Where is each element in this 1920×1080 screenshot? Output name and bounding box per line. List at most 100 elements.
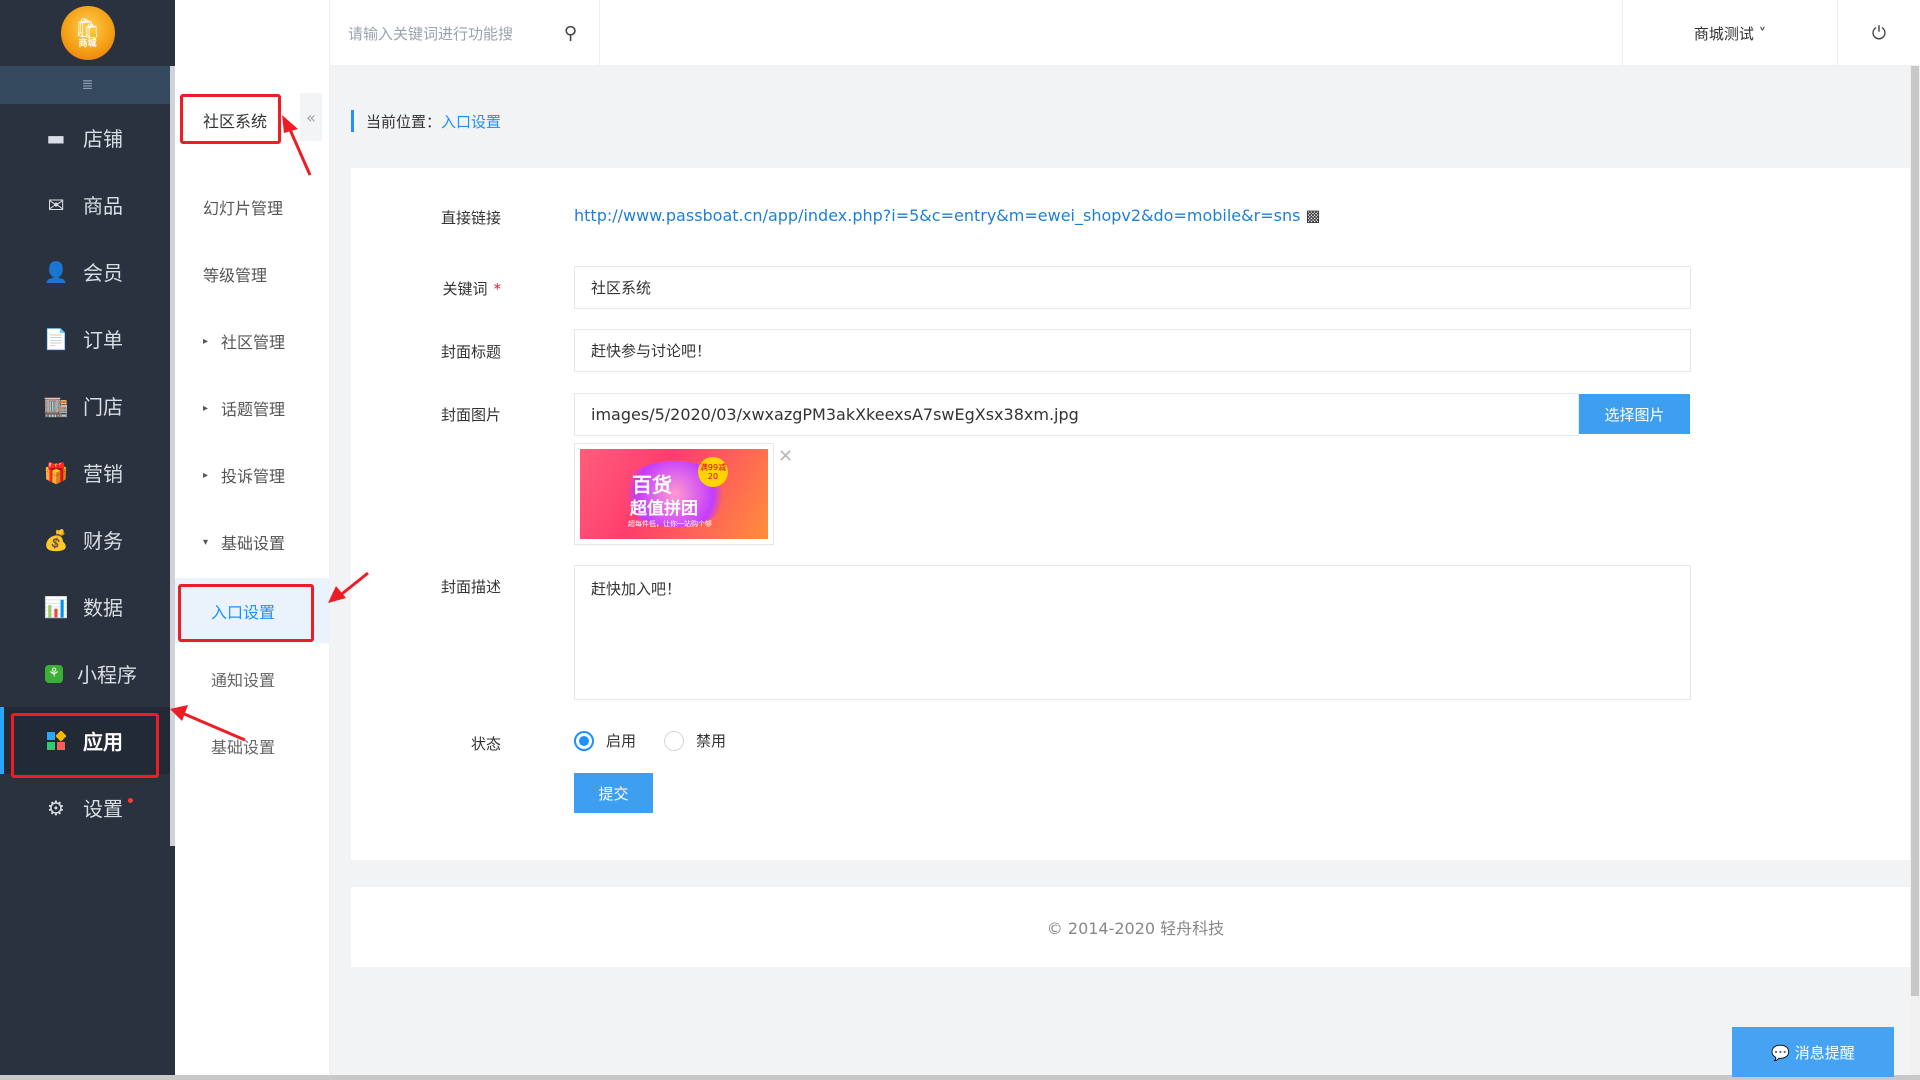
sidebar-item-label: 门店 xyxy=(83,395,123,419)
sidebar-item-finance[interactable]: 💰 财务 xyxy=(0,506,175,573)
keyword-label: 关键词 * xyxy=(351,278,501,299)
search-placeholder: 请输入关键词进行功能搜 xyxy=(348,24,514,43)
required-asterisk: * xyxy=(493,280,502,298)
sidebar-item-marketing[interactable]: 🎁 营销 xyxy=(0,439,175,506)
cover-desc-textarea[interactable]: 赶快加入吧！ xyxy=(574,565,1691,700)
cover-title-input[interactable]: 赶快参与讨论吧！ xyxy=(574,329,1691,372)
sidebar-item-label: 订单 xyxy=(83,328,123,352)
scrollbar-thumb[interactable] xyxy=(1911,66,1919,996)
breadcrumb-current[interactable]: 入口设置 xyxy=(441,111,501,132)
entry-settings-form: 直接链接 http://www.passboat.cn/app/index.ph… xyxy=(351,168,1920,860)
sidebar-item-label: 商品 xyxy=(83,194,123,218)
sidebar-item-label: 数据 xyxy=(83,596,123,620)
message-reminder-button[interactable]: 💬 消息提醒 xyxy=(1732,1027,1894,1077)
shopping-bag-icon: 🛍 xyxy=(74,16,101,40)
cover-image-preview: 百货 超值拼团 满99减20 超每件低，让你一站购个够 xyxy=(574,443,774,545)
sidebar-item-orders[interactable]: 📄 订单 xyxy=(0,305,175,372)
caret-down-icon: ▾ xyxy=(203,536,209,548)
goods-icon: ✉ xyxy=(47,192,65,217)
sub-item-label: 基础设置 xyxy=(221,534,286,553)
shop-name: 商城测试 ˅ xyxy=(1693,24,1767,43)
top-bar: ⌂ ☰ 请输入关键词进行功能搜 ⚲ 商城测试 ˅ ⏻ xyxy=(175,0,1920,66)
sub-item-label: 通知设置 xyxy=(211,671,276,690)
sidebar-item-data[interactable]: 📊 数据 xyxy=(0,573,175,640)
keyword-label-text: 关键词 xyxy=(442,280,488,298)
sidebar-item-settings[interactable]: ⚙ 设置 xyxy=(0,774,175,841)
sub-item-label: 等级管理 xyxy=(203,266,268,285)
sub-item-basic-settings-group[interactable]: ▾ 基础设置 xyxy=(175,522,330,562)
sub-item-topics[interactable]: ▸ 话题管理 xyxy=(175,388,330,428)
direct-link[interactable]: http://www.passboat.cn/app/index.php?i=5… xyxy=(574,206,1321,225)
sidebar-item-label: 营销 xyxy=(83,462,123,486)
cover-title-label: 封面标题 xyxy=(440,343,501,361)
copyright-text: © 2014-2020 轻舟科技 xyxy=(1046,919,1225,938)
search-input[interactable]: 请输入关键词进行功能搜 ⚲ xyxy=(330,0,600,66)
search-icon[interactable]: ⚲ xyxy=(564,23,577,44)
user-icon: 👤 xyxy=(43,259,69,284)
qr-code-icon[interactable]: ▩ xyxy=(1306,206,1321,225)
gear-icon: ⚙ xyxy=(47,795,65,820)
gift-icon: 🎁 xyxy=(43,460,69,485)
sidebar-item-goods[interactable]: ✉ 商品 xyxy=(0,171,175,238)
keyword-value: 社区系统 xyxy=(591,279,652,297)
remove-image-icon[interactable]: ✕ xyxy=(778,446,793,467)
sidebar-item-label: 设置 xyxy=(83,797,123,821)
collapse-menu-icon: ≣ xyxy=(81,77,94,93)
image-text-3: 超每件低，让你一站购个够 xyxy=(628,520,712,528)
status-enabled-radio[interactable]: 启用 xyxy=(574,730,636,751)
shop-icon: 🏬 xyxy=(43,393,69,418)
power-icon: ⏻ xyxy=(1871,22,1887,44)
sub-item-notification-settings[interactable]: 通知设置 xyxy=(175,659,330,699)
sub-item-label: 话题管理 xyxy=(221,400,286,419)
sidebar-item-store[interactable]: ▬ 店铺 xyxy=(0,104,175,171)
sub-item-label: 幻灯片管理 xyxy=(203,199,284,218)
highlight-box-entry-settings xyxy=(178,584,314,642)
store-icon: ▬ xyxy=(46,125,66,150)
cover-desc-value: 赶快加入吧！ xyxy=(591,580,682,598)
red-arrow-icon xyxy=(282,115,312,176)
image-badge: 满99减20 xyxy=(698,457,728,487)
sub-item-complaints[interactable]: ▸ 投诉管理 xyxy=(175,455,330,495)
sub-item-community[interactable]: ▸ 社区管理 xyxy=(175,321,330,361)
page-scrollbar[interactable] xyxy=(1910,66,1920,1080)
link-label: 直接链接 xyxy=(440,209,501,227)
document-icon: 📄 xyxy=(43,326,69,351)
highlight-box-community-system xyxy=(180,94,281,144)
red-arrow-icon xyxy=(170,705,246,742)
caret-right-icon: ▸ xyxy=(203,469,209,481)
cover-image: 百货 超值拼团 满99减20 超每件低，让你一站购个够 xyxy=(580,449,768,539)
sub-item-label: 投诉管理 xyxy=(221,467,286,486)
money-bag-icon: 💰 xyxy=(43,527,69,552)
sidebar-item-label: 店铺 xyxy=(83,127,123,151)
logo-area: 🛍 商城 xyxy=(0,0,175,66)
sub-item-label: 社区管理 xyxy=(221,333,286,352)
caret-right-icon: ▸ xyxy=(203,402,209,414)
cover-image-path-input[interactable]: images/5/2020/03/xwxazgPM3akXkeexsA7swEg… xyxy=(574,393,1579,436)
highlight-box-apps xyxy=(11,713,159,778)
footer: © 2014-2020 轻舟科技 xyxy=(351,887,1920,967)
sidebar-item-shops[interactable]: 🏬 门店 xyxy=(0,372,175,439)
logout-button[interactable]: ⏻ xyxy=(1838,0,1920,66)
sidebar-item-miniprogram[interactable]: ⚘ 小程序 xyxy=(0,640,175,707)
sub-item-levels[interactable]: 等级管理 xyxy=(175,254,330,294)
red-arrow-icon xyxy=(328,571,369,603)
sub-item-slides[interactable]: 幻灯片管理 xyxy=(175,187,330,227)
direct-link-text: http://www.passboat.cn/app/index.php?i=5… xyxy=(574,206,1301,225)
shop-logo[interactable]: 🛍 商城 xyxy=(60,6,115,60)
breadcrumb-prefix: 当前位置： xyxy=(366,112,442,131)
breadcrumb: 当前位置： 入口设置 xyxy=(351,110,501,132)
keyword-input[interactable]: 社区系统 xyxy=(574,266,1691,309)
sidebar-item-members[interactable]: 👤 会员 xyxy=(0,238,175,305)
main-sidebar: 🛍 商城 ≣ ▬ 店铺 ✉ 商品 👤 会员 📄 订单 🏬 门店 🎁 营销 💰 财务 📊 数据 ⚘… xyxy=(0,0,175,1080)
choose-image-button[interactable]: 选择图片 xyxy=(1579,394,1690,434)
cover-title-value: 赶快参与讨论吧！ xyxy=(591,342,712,360)
cover-desc-label: 封面描述 xyxy=(440,578,501,596)
status-disabled-radio[interactable]: 禁用 xyxy=(664,730,726,751)
shop-switcher-dropdown[interactable]: 商城测试 ˅ xyxy=(1622,0,1838,66)
image-text-2: 超值拼团 xyxy=(630,499,698,519)
sidebar-item-label: 财务 xyxy=(83,529,123,553)
horizontal-scrollbar[interactable] xyxy=(0,1075,1920,1080)
bar-chart-icon: 📊 xyxy=(43,594,69,619)
submit-button[interactable]: 提交 xyxy=(574,773,653,813)
sidebar-collapse-toggle[interactable]: ≣ xyxy=(0,66,175,104)
